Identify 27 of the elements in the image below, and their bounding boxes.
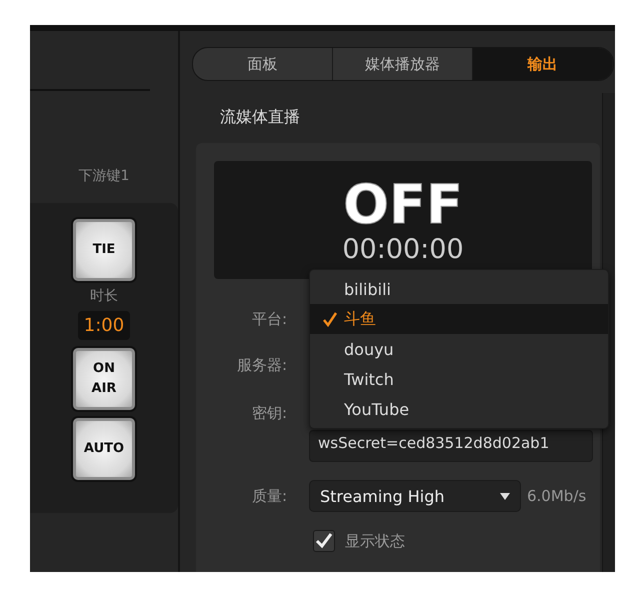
caret-icon [500, 492, 510, 500]
checkbox[interactable] [313, 530, 335, 552]
tie-button[interactable]: TIE [73, 219, 135, 281]
field-label: 平台: [250, 310, 287, 328]
field-label: 质量: [250, 486, 287, 506]
menu-item[interactable]: YouTube [310, 394, 608, 424]
check-icon [322, 311, 338, 327]
field-label: 服务器: [236, 356, 287, 374]
field-label: 密钥: [250, 404, 287, 422]
status-text: OFF [343, 176, 463, 234]
bitrate-text: 6.0Mb/s [527, 487, 586, 505]
panel-title: 下游键1 [78, 167, 130, 186]
menu-item[interactable]: 斗鱼 [310, 304, 608, 334]
menu-item[interactable]: douyu [310, 334, 608, 364]
menu-item[interactable]: bilibili [310, 274, 608, 304]
timer-text: 00:00:00 [342, 234, 464, 264]
transition-button[interactable]: ON AIR [73, 348, 135, 410]
transition-button[interactable]: AUTO [73, 418, 135, 480]
quality-dropdown[interactable]: Streaming High [309, 480, 521, 512]
tab[interactable]: 面板 [193, 48, 333, 80]
tab[interactable]: 输出 [473, 48, 613, 80]
input-field[interactable]: wsSecret=ced83512d8d02ab1 [309, 430, 593, 462]
duration-label: 时长 [90, 287, 118, 305]
menu-item[interactable]: Twitch [310, 364, 608, 394]
section-title: 流媒体直播 [220, 107, 300, 128]
checkbox-label: 显示状态 [345, 532, 405, 550]
duration-field[interactable]: 1:00 [78, 311, 130, 340]
